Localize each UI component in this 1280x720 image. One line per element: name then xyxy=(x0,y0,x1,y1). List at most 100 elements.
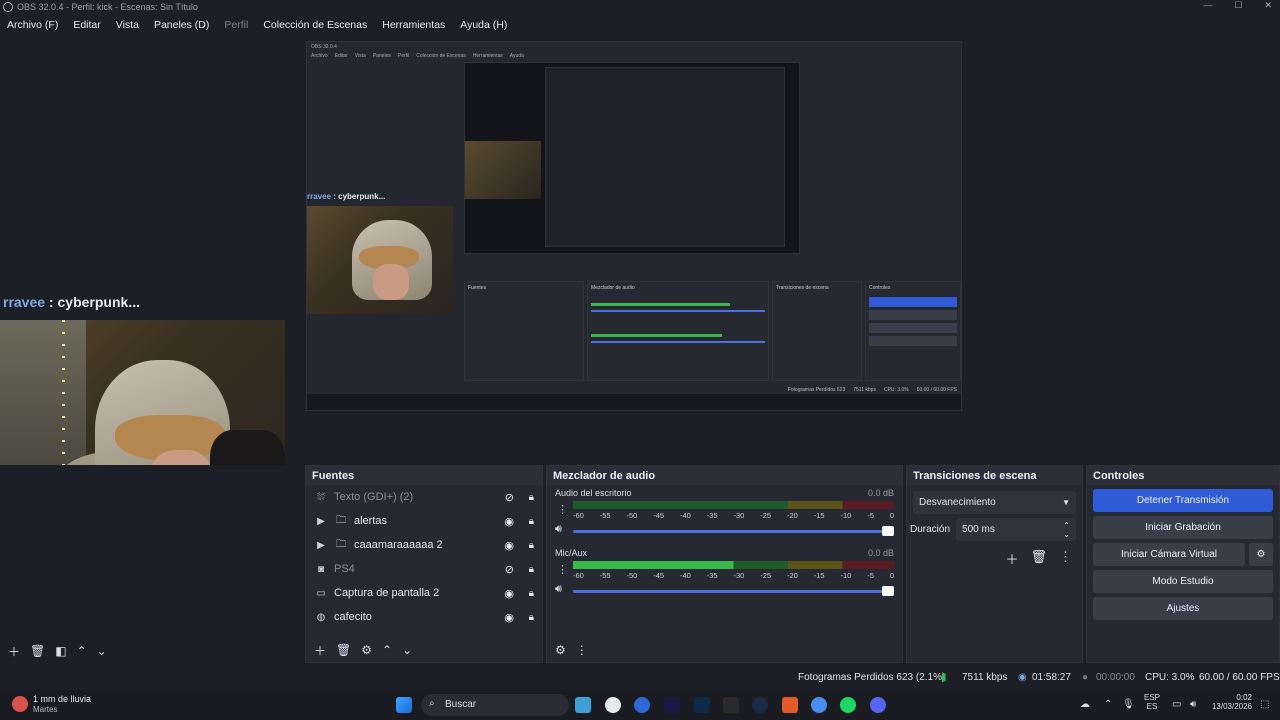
tray-chevron-icon[interactable]: ⌃ xyxy=(1104,699,1112,710)
search-icon: ⌕ xyxy=(429,698,435,709)
remove-scene-button[interactable]: 🗑︎ xyxy=(30,644,45,658)
expand-arrow-icon[interactable]: ▶ xyxy=(314,540,328,551)
add-scene-button[interactable]: ＋ xyxy=(8,643,20,660)
nested-status: Fotogramas Perdidos 623 7511 kbps CPU: 3.0… xyxy=(787,387,957,393)
scene-filter-button[interactable]: ◧ xyxy=(55,644,66,658)
chrome-icon[interactable] xyxy=(811,697,827,713)
taskbar-search[interactable]: ⌕ Buscar xyxy=(421,694,569,716)
lock-icon[interactable]: 🔒︎ xyxy=(529,564,534,575)
menu-coleccion[interactable]: Colección de Escenas xyxy=(263,19,367,31)
move-up-button[interactable]: ⌃ xyxy=(382,643,392,657)
volume-meter xyxy=(573,561,894,569)
close-button[interactable]: ✕ xyxy=(1264,0,1272,11)
lock-icon[interactable]: 🔒︎ xyxy=(529,516,534,527)
desktop-app-icon[interactable] xyxy=(575,697,591,713)
menu-perfil[interactable]: Perfil xyxy=(224,19,248,31)
volume-slider[interactable] xyxy=(573,526,894,536)
transition-menu-button[interactable]: ⋮ xyxy=(1059,549,1072,568)
ccleaner-icon[interactable] xyxy=(634,697,650,713)
microphone-icon[interactable]: 🎙︎ xyxy=(1122,699,1135,710)
eye-hidden-icon[interactable]: ⊘ xyxy=(505,563,514,576)
minimize-button[interactable]: — xyxy=(1203,0,1212,11)
channel-menu-icon[interactable]: ⋮ xyxy=(557,503,568,516)
lock-icon[interactable]: 🔒︎ xyxy=(529,612,534,623)
network-icon[interactable]: ▭ xyxy=(1172,699,1181,710)
start-recording-button[interactable]: Iniciar Grabación xyxy=(1093,516,1273,539)
lock-icon[interactable]: 🔒︎ xyxy=(529,540,534,551)
discord-icon[interactable] xyxy=(870,697,886,713)
eye-icon[interactable]: ◉ xyxy=(504,515,514,528)
channel-menu-icon[interactable]: ⋮ xyxy=(557,563,568,576)
source-row[interactable]: ▶ 🗀 caaamaraaaaaa 2 ◉ 🔒︎ xyxy=(306,533,542,557)
preview-canvas[interactable]: OBS 32.0.4 Archivo Editar Vista Paneles Perf… xyxy=(0,36,1280,530)
advanced-audio-button[interactable]: ⚙ xyxy=(555,643,566,657)
volume-slider-handle[interactable] xyxy=(882,586,894,596)
source-label: PS4 xyxy=(334,563,355,575)
menu-ayuda[interactable]: Ayuda (H) xyxy=(460,19,507,31)
menu-paneles[interactable]: Paneles (D) xyxy=(154,19,209,31)
menu-archivo[interactable]: Archivo (F) xyxy=(7,19,58,31)
move-down-button[interactable]: ⌄ xyxy=(402,643,412,657)
source-row[interactable]: ⛆ Texto (GDI+) (2) ⊘ 🔒︎ xyxy=(306,485,542,509)
steam-icon[interactable] xyxy=(752,697,768,713)
expand-arrow-icon[interactable]: ▶ xyxy=(314,516,328,527)
bitrate: 7511 kbps xyxy=(962,672,1008,683)
lock-icon[interactable]: 🔒︎ xyxy=(529,588,534,599)
clock[interactable]: 0:02 13/03/2026 xyxy=(1210,693,1252,711)
volume-icon[interactable]: 🔊︎ xyxy=(1190,699,1196,710)
controls-dock: Controles Detener Transmisión Iniciar Gr… xyxy=(1086,465,1280,663)
menu-editar[interactable]: Editar xyxy=(73,19,100,31)
menu-vista[interactable]: Vista xyxy=(116,19,139,31)
eye-icon[interactable]: ◉ xyxy=(504,587,514,600)
eye-icon[interactable]: ◉ xyxy=(504,611,514,624)
obs-icon[interactable] xyxy=(605,697,621,713)
notifications-icon[interactable]: ⬚ xyxy=(1260,699,1269,710)
add-transition-button[interactable]: ＋ xyxy=(1005,549,1018,568)
scene-up-button[interactable]: ⌃ xyxy=(77,644,87,658)
remove-transition-button[interactable]: 🗑︎ xyxy=(1030,549,1047,568)
weather-text[interactable]: 1 mm de lluvia xyxy=(33,694,91,704)
maximize-button[interactable]: ☐ xyxy=(1234,0,1242,11)
volume-slider-handle[interactable] xyxy=(882,526,894,536)
duration-value: 500 ms xyxy=(962,524,995,535)
duration-input[interactable]: 500 ms ⌃ ⌄ xyxy=(956,518,1076,541)
virtual-camera-button[interactable]: Iniciar Cámara Virtual xyxy=(1093,543,1245,566)
virtual-camera-settings-button[interactable]: ⚙ xyxy=(1249,543,1273,566)
speaker-icon[interactable]: 🔊︎ xyxy=(555,523,562,536)
start-button-icon[interactable] xyxy=(396,697,412,713)
spotify-icon[interactable] xyxy=(840,697,856,713)
studio-mode-button[interactable]: Modo Estudio xyxy=(1093,570,1273,593)
source-row[interactable]: ▶ 🗀 alertas ◉ 🔒︎ xyxy=(306,509,542,533)
transition-select[interactable]: Desvanecimiento ▼ xyxy=(913,491,1076,514)
monitor-icon: ▭ xyxy=(316,587,326,599)
language-indicator[interactable]: ESP ES xyxy=(1144,693,1160,711)
brave-icon[interactable] xyxy=(782,697,798,713)
epic-games-icon[interactable] xyxy=(723,697,739,713)
channel-name: Mic/Aux xyxy=(555,548,588,558)
add-source-button[interactable]: ＋ xyxy=(314,642,326,659)
source-row[interactable]: ◙ PS4 ⊘ 🔒︎ xyxy=(306,557,542,581)
eye-icon[interactable]: ◉ xyxy=(504,539,514,552)
scenes-dock: ＋ 🗑︎ ◧ ⌃ ⌄ xyxy=(0,465,302,663)
lock-icon[interactable]: 🔒︎ xyxy=(529,492,534,503)
menu-herramientas[interactable]: Herramientas xyxy=(382,19,445,31)
eye-hidden-icon[interactable]: ⊘ xyxy=(505,491,514,504)
sources-title: Fuentes xyxy=(306,466,542,485)
speaker-icon[interactable]: 🔊︎ xyxy=(555,583,562,596)
source-properties-button[interactable]: ⚙ xyxy=(361,643,372,657)
volume-slider[interactable] xyxy=(573,586,894,596)
stepper-icon[interactable]: ⌃ ⌄ xyxy=(1063,521,1070,539)
nested-preview xyxy=(464,62,800,254)
premiere-icon[interactable] xyxy=(664,697,680,713)
scene-down-button[interactable]: ⌄ xyxy=(97,644,107,658)
mixer-channel: Mic/Aux 0.0 dB -60 -55 -50 -45 -40 -35 -30 -25-… xyxy=(547,545,902,605)
remove-source-button[interactable]: 🗑︎ xyxy=(336,643,351,657)
photoshop-icon[interactable] xyxy=(694,697,710,713)
source-row[interactable]: ◍ cafecito ◉ 🔒︎ xyxy=(306,605,542,629)
tray-app-icon[interactable]: ☁ xyxy=(1080,699,1090,710)
stop-stream-button[interactable]: Detener Transmisión xyxy=(1093,489,1273,512)
mixer-menu-button[interactable]: ⋮ xyxy=(576,643,588,657)
mixer-toolbar: ⚙ ⋮ xyxy=(547,638,902,662)
source-row[interactable]: ▭ Captura de pantalla 2 ◉ 🔒︎ xyxy=(306,581,542,605)
settings-button[interactable]: Ajustes xyxy=(1093,597,1273,620)
